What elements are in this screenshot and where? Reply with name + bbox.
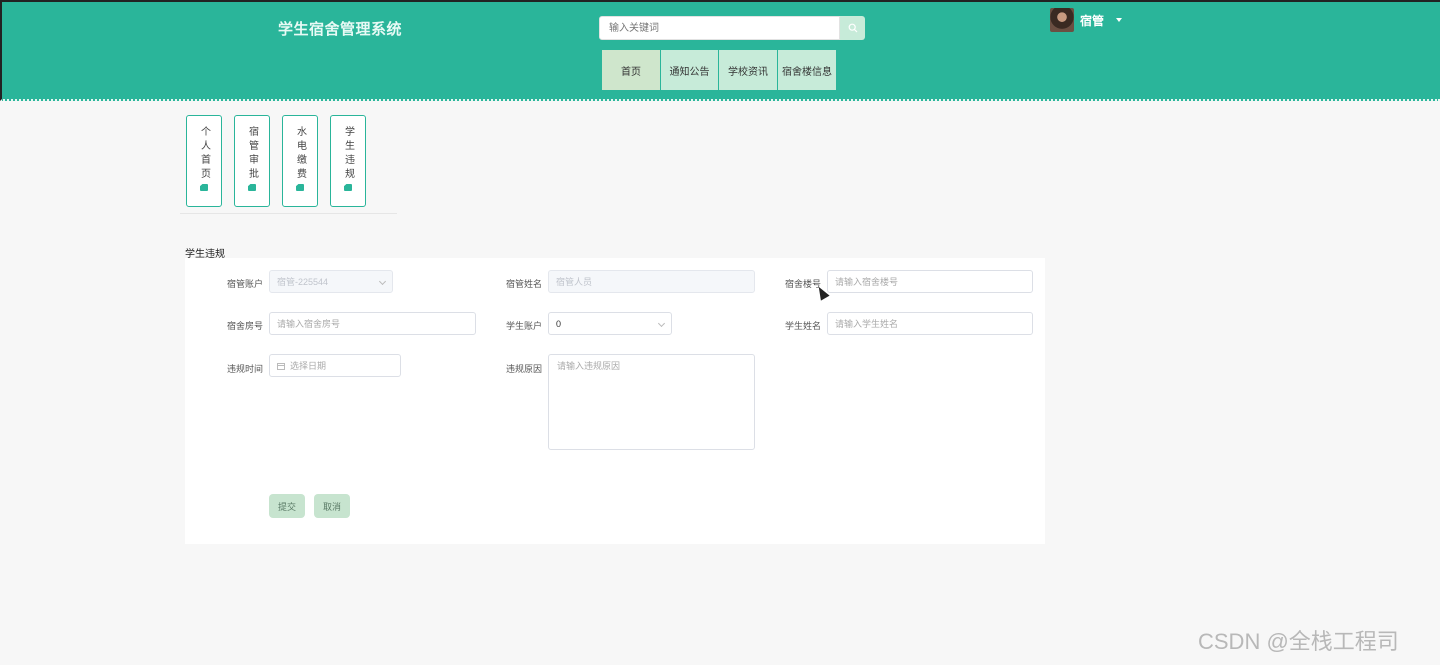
calendar-icon bbox=[277, 362, 285, 370]
bookmark-icon bbox=[248, 184, 256, 191]
avatar bbox=[1050, 8, 1074, 32]
student-account-value: 0 bbox=[556, 318, 562, 329]
caret-down-icon bbox=[1116, 18, 1123, 22]
side-tab-label: 个人首页 bbox=[198, 126, 210, 182]
nav-item-news[interactable]: 学校资讯 bbox=[719, 50, 777, 90]
dorm-account-label: 宿管账户 bbox=[227, 279, 264, 289]
violation-time-picker[interactable]: 选择日期 bbox=[269, 354, 401, 377]
bookmark-icon bbox=[344, 184, 352, 191]
building-no-placeholder: 请输入宿舍楼号 bbox=[835, 277, 899, 287]
violation-time-label: 违规时间 bbox=[227, 364, 264, 374]
main-nav: 首页 通知公告 学校资讯 宿舍楼信息 bbox=[602, 50, 836, 90]
violation-reason-placeholder: 请输入违规原因 bbox=[557, 361, 621, 371]
nav-item-home[interactable]: 首页 bbox=[602, 50, 660, 90]
side-tabs: 个人首页 宿管审批 水电缴费 学生违规 bbox=[180, 115, 397, 214]
user-menu[interactable]: 宿管 bbox=[1050, 8, 1123, 32]
violation-form: 宿管账户 宿管-225544 宿管姓名 宿管人员 宿舍楼号 请输入宿舍楼号 宿舍… bbox=[185, 258, 1045, 544]
dorm-name-field: 宿管人员 bbox=[548, 270, 755, 293]
submit-button[interactable]: 提交 bbox=[269, 494, 305, 518]
nav-item-buildings[interactable]: 宿舍楼信息 bbox=[778, 50, 836, 90]
student-name-label: 学生姓名 bbox=[785, 321, 822, 331]
room-no-field[interactable]: 请输入宿舍房号 bbox=[269, 312, 476, 335]
violation-time-placeholder: 选择日期 bbox=[290, 361, 327, 371]
search-icon bbox=[848, 23, 857, 33]
side-tab-label: 宿管审批 bbox=[246, 126, 258, 182]
chevron-down-icon bbox=[657, 319, 666, 328]
room-no-placeholder: 请输入宿舍房号 bbox=[277, 319, 341, 329]
student-name-field[interactable]: 请输入学生姓名 bbox=[827, 312, 1033, 335]
cancel-button[interactable]: 取消 bbox=[314, 494, 350, 518]
bookmark-icon bbox=[200, 184, 208, 191]
dorm-account-select: 宿管-225544 bbox=[269, 270, 393, 293]
bookmark-icon bbox=[296, 184, 304, 191]
search-input[interactable] bbox=[599, 16, 840, 40]
side-tab-approval[interactable]: 宿管审批 bbox=[234, 115, 270, 207]
chevron-down-icon bbox=[378, 277, 387, 286]
violation-reason-textarea[interactable]: 请输入违规原因 bbox=[548, 354, 755, 450]
student-account-select[interactable]: 0 bbox=[548, 312, 672, 335]
violation-reason-label: 违规原因 bbox=[506, 364, 543, 374]
nav-item-notices[interactable]: 通知公告 bbox=[661, 50, 718, 90]
side-tab-label: 水电缴费 bbox=[294, 126, 306, 182]
top-header: 学生宿舍管理系统 宿管 首页 通知公告 学校资讯 宿舍楼信息 bbox=[0, 0, 1440, 101]
side-tab-violations[interactable]: 学生违规 bbox=[330, 115, 366, 207]
dorm-account-value: 宿管-225544 bbox=[277, 277, 329, 287]
side-tab-profile[interactable]: 个人首页 bbox=[186, 115, 222, 207]
student-name-placeholder: 请输入学生姓名 bbox=[835, 319, 899, 329]
app-title: 学生宿舍管理系统 bbox=[278, 21, 403, 38]
user-name: 宿管 bbox=[1080, 13, 1105, 28]
search-box bbox=[599, 16, 865, 40]
dorm-name-label: 宿管姓名 bbox=[506, 279, 543, 289]
room-no-label: 宿舍房号 bbox=[227, 321, 264, 331]
watermark: CSDN @全栈工程司 bbox=[1198, 629, 1399, 654]
side-tab-label: 学生违规 bbox=[342, 126, 354, 182]
building-no-field[interactable]: 请输入宿舍楼号 bbox=[827, 270, 1033, 293]
search-button[interactable] bbox=[840, 16, 865, 40]
dorm-name-placeholder: 宿管人员 bbox=[556, 277, 593, 287]
student-account-label: 学生账户 bbox=[506, 321, 543, 331]
side-tab-utilities[interactable]: 水电缴费 bbox=[282, 115, 318, 207]
